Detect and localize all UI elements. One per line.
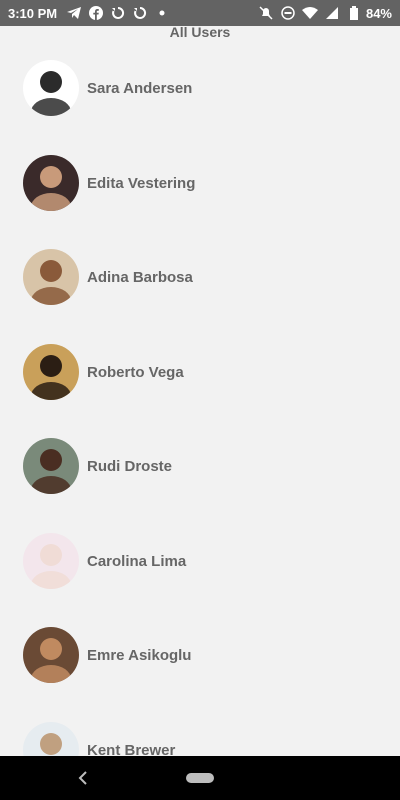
user-name: Kent Brewer	[87, 741, 176, 757]
user-name: Roberto Vega	[87, 363, 184, 381]
user-avatar	[23, 155, 79, 211]
user-row[interactable]: Edita Vestering	[0, 143, 400, 223]
dot-icon	[153, 4, 171, 22]
user-avatar	[23, 533, 79, 589]
status-time: 3:10 PM	[8, 5, 58, 21]
user-name: Sara Andersen	[87, 79, 193, 97]
facebook-icon	[87, 4, 105, 22]
battery-icon	[345, 4, 363, 22]
signal-icon	[323, 4, 341, 22]
home-pill-icon[interactable]	[186, 773, 214, 783]
user-avatar	[23, 627, 79, 683]
user-row[interactable]: Emre Asikoglu	[0, 615, 400, 695]
telegram-icon	[65, 4, 83, 22]
user-name: Carolina Lima	[87, 552, 187, 570]
page-title: All Users	[169, 24, 231, 40]
user-row[interactable]: Carolina Lima	[0, 521, 400, 601]
user-row[interactable]: Rudi Droste	[0, 426, 400, 506]
user-name: Rudi Droste	[87, 457, 173, 475]
back-chevron-icon[interactable]	[74, 764, 92, 792]
user-name: Emre Asikoglu	[87, 646, 192, 664]
sync-icon	[131, 4, 149, 22]
navigation-bar	[0, 756, 400, 800]
status-bar: 3:10 PM 84%	[0, 0, 400, 26]
user-avatar	[23, 249, 79, 305]
status-bar-right: 84%	[253, 4, 400, 22]
user-avatar	[23, 344, 79, 400]
user-name: Edita Vestering	[87, 174, 196, 192]
user-name: Adina Barbosa	[87, 268, 193, 286]
user-row[interactable]: Adina Barbosa	[0, 237, 400, 317]
wifi-icon	[301, 4, 319, 22]
status-bar-left: 3:10 PM	[0, 4, 175, 22]
notifications-off-icon	[257, 4, 275, 22]
user-avatar	[23, 60, 79, 116]
user-avatar	[23, 722, 79, 756]
user-row[interactable]: Roberto Vega	[0, 332, 400, 412]
do-not-disturb-icon	[279, 4, 297, 22]
battery-percent: 84%	[365, 5, 392, 21]
sync-icon	[109, 4, 127, 22]
user-avatar	[23, 438, 79, 494]
user-row[interactable]: Kent Brewer	[0, 710, 400, 756]
user-row[interactable]: Sara Andersen	[0, 48, 400, 128]
users-list: Sara Andersen Edita Vestering Adina Barbos…	[0, 48, 400, 756]
